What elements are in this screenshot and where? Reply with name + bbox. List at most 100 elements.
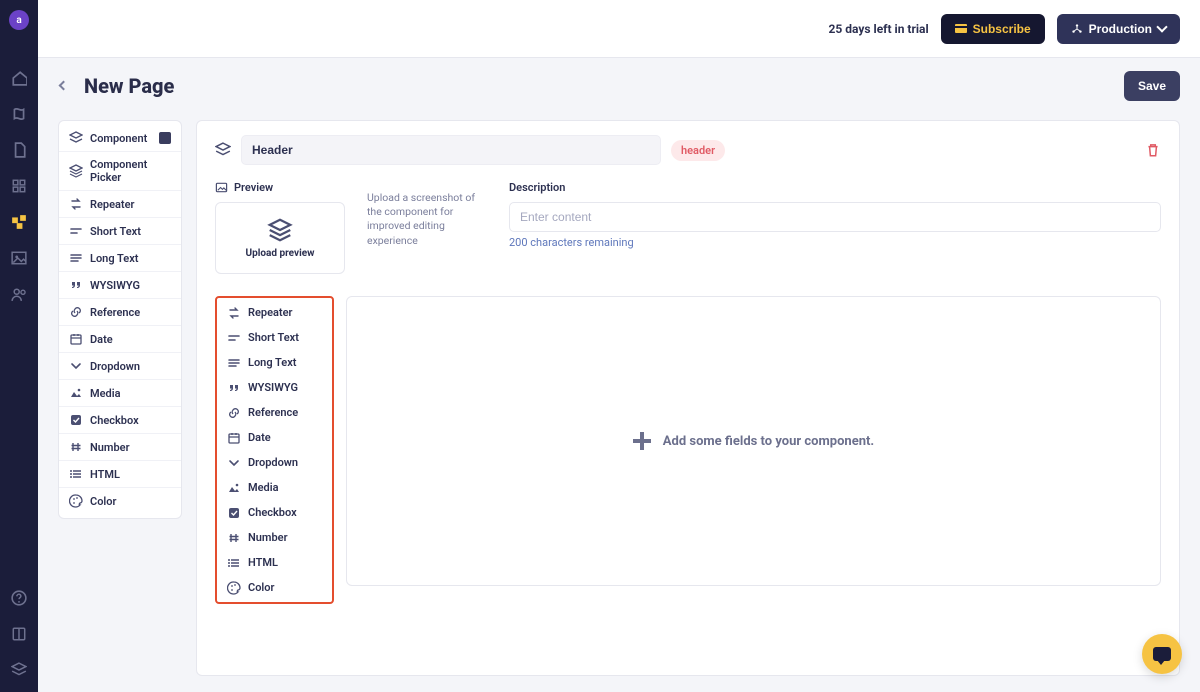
field-type-checkbox[interactable]: Checkbox xyxy=(59,407,181,434)
picker-label: Color xyxy=(248,581,274,594)
field-type-label: Component Picker xyxy=(90,158,171,184)
list-icon xyxy=(227,556,241,570)
hash-icon xyxy=(227,531,241,545)
image-frame-icon xyxy=(215,181,228,194)
picker-label: Reference xyxy=(248,406,298,419)
upload-hint: Upload a screenshot of the component for… xyxy=(367,191,487,248)
calendar-icon xyxy=(227,431,241,445)
picker-html[interactable]: HTML xyxy=(217,550,332,575)
page-header: New Page Save xyxy=(38,58,1200,113)
field-type-repeater[interactable]: Repeater xyxy=(59,191,181,218)
page-icon[interactable] xyxy=(11,142,27,158)
users-icon[interactable] xyxy=(11,286,27,302)
calendar-icon xyxy=(69,332,83,346)
nav-rail: a xyxy=(0,0,38,692)
subscribe-button[interactable]: Subscribe xyxy=(941,14,1045,44)
chevron-down-icon xyxy=(1156,21,1167,32)
picker-date[interactable]: Date xyxy=(217,425,332,450)
hash-icon xyxy=(69,440,83,454)
field-type-label: Date xyxy=(90,333,113,346)
picker-wysiwyg[interactable]: WYSIWYG xyxy=(217,375,332,400)
field-type-long-text[interactable]: Long Text xyxy=(59,245,181,272)
picker-label: Short Text xyxy=(248,331,299,344)
upload-icon xyxy=(266,218,294,242)
picker-label: Date xyxy=(248,431,271,444)
field-type-label: Color xyxy=(90,495,116,508)
image-icon[interactable] xyxy=(11,250,27,266)
production-dropdown[interactable]: Production xyxy=(1057,14,1180,44)
trial-text: 25 days left in trial xyxy=(829,22,929,36)
picker-dropdown[interactable]: Dropdown xyxy=(217,450,332,475)
picker-media[interactable]: Media xyxy=(217,475,332,500)
layers-icon[interactable] xyxy=(11,662,27,678)
slug-chip: header xyxy=(671,140,725,161)
field-type-date[interactable]: Date xyxy=(59,326,181,353)
picker-long-text[interactable]: Long Text xyxy=(217,350,332,375)
description-input[interactable] xyxy=(509,202,1161,232)
preview-label: Preview xyxy=(215,181,345,194)
field-types-panel: Component Component Picker Repeater Short T… xyxy=(58,120,182,519)
field-type-label: Component xyxy=(90,132,147,145)
list-icon xyxy=(69,467,83,481)
blog-icon[interactable] xyxy=(11,106,27,122)
quote-icon xyxy=(227,381,241,395)
picker-repeater[interactable]: Repeater xyxy=(217,300,332,325)
picker-reference[interactable]: Reference xyxy=(217,400,332,425)
quote-icon xyxy=(69,278,83,292)
blocks-icon[interactable] xyxy=(11,214,27,230)
media-icon xyxy=(69,386,83,400)
repeat-icon xyxy=(69,197,83,211)
picker-label: HTML xyxy=(248,556,278,569)
field-picker-popover: Repeater Short Text Long Text WYSIWYG Refere… xyxy=(215,296,334,604)
field-type-label: WYSIWYG xyxy=(90,279,140,292)
picker-label: WYSIWYG xyxy=(248,381,298,394)
field-type-label: HTML xyxy=(90,468,120,481)
save-button[interactable]: Save xyxy=(1124,71,1180,101)
chat-button[interactable] xyxy=(1142,634,1182,674)
help-icon[interactable] xyxy=(11,590,27,606)
layers-icon xyxy=(69,131,83,145)
home-icon[interactable] xyxy=(11,70,27,86)
checkbox-icon xyxy=(227,506,241,520)
delete-button[interactable] xyxy=(1145,142,1161,158)
canvas-hint: Add some fields to your component. xyxy=(663,434,874,449)
picker-color[interactable]: Color xyxy=(217,575,332,600)
field-type-media[interactable]: Media xyxy=(59,380,181,407)
production-label: Production xyxy=(1089,22,1152,36)
field-type-color[interactable]: Color xyxy=(59,488,181,514)
plus-icon xyxy=(633,432,651,450)
field-type-dropdown[interactable]: Dropdown xyxy=(59,353,181,380)
layers-icon xyxy=(215,142,231,158)
grid-icon[interactable] xyxy=(11,178,27,194)
field-type-component[interactable]: Component xyxy=(59,125,181,152)
picker-label: Long Text xyxy=(248,356,296,369)
short-text-icon xyxy=(227,331,241,345)
field-type-reference[interactable]: Reference xyxy=(59,299,181,326)
field-type-label: Media xyxy=(90,387,121,400)
field-type-short-text[interactable]: Short Text xyxy=(59,218,181,245)
upload-preview-box[interactable]: Upload preview xyxy=(215,202,345,274)
field-type-component-picker[interactable]: Component Picker xyxy=(59,152,181,191)
checkbox-icon xyxy=(69,413,83,427)
picker-label: Dropdown xyxy=(248,456,298,469)
collapse-icon[interactable] xyxy=(159,132,171,144)
link-icon xyxy=(69,305,83,319)
picker-label: Media xyxy=(248,481,279,494)
avatar[interactable]: a xyxy=(9,10,29,30)
picker-checkbox[interactable]: Checkbox xyxy=(217,500,332,525)
description-label: Description xyxy=(509,181,1161,194)
field-type-number[interactable]: Number xyxy=(59,434,181,461)
long-text-icon xyxy=(69,251,83,265)
field-type-label: Short Text xyxy=(90,225,141,238)
back-button[interactable] xyxy=(54,77,72,95)
picker-short-text[interactable]: Short Text xyxy=(217,325,332,350)
book-icon[interactable] xyxy=(11,626,27,642)
field-type-wysiwyg[interactable]: WYSIWYG xyxy=(59,272,181,299)
field-type-html[interactable]: HTML xyxy=(59,461,181,488)
picker-label: Checkbox xyxy=(248,506,297,519)
picker-number[interactable]: Number xyxy=(217,525,332,550)
short-text-icon xyxy=(69,224,83,238)
long-text-icon xyxy=(227,356,241,370)
component-canvas[interactable]: Add some fields to your component. xyxy=(346,296,1161,586)
component-name-input[interactable] xyxy=(241,135,661,165)
